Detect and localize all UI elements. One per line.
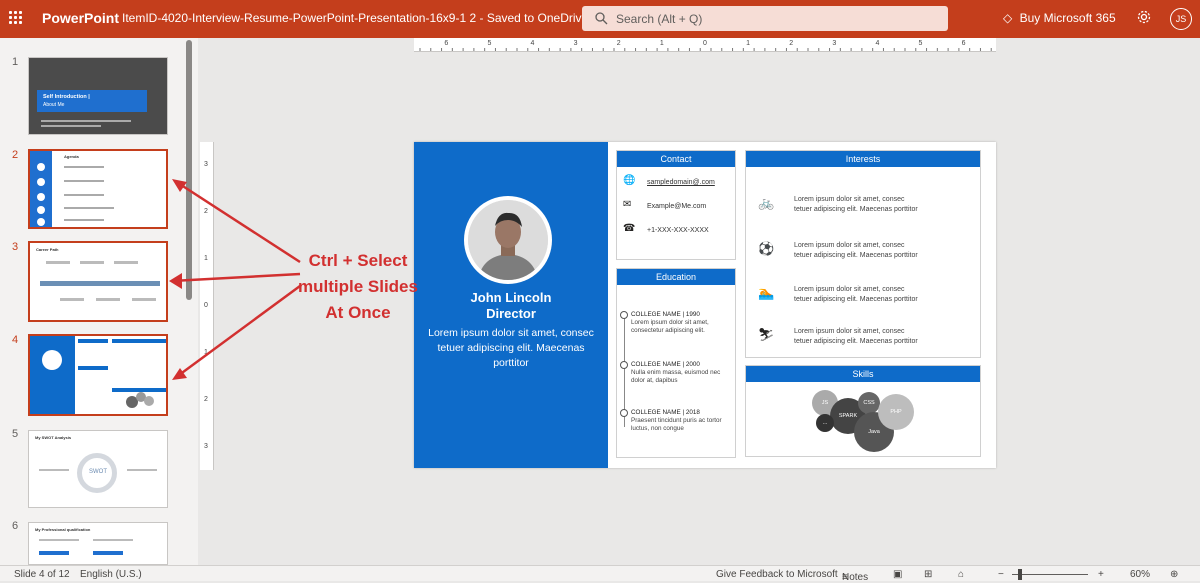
annotation-line: At Once	[325, 303, 391, 322]
arrow-line	[174, 284, 301, 380]
notes-label: Notes	[842, 572, 869, 583]
annotation-line: Ctrl + Select	[308, 251, 408, 270]
feedback-link[interactable]: Give Feedback to Microsoft	[716, 569, 838, 580]
fit-to-window-icon[interactable]: ⊕	[1170, 569, 1178, 580]
zoom-in-button[interactable]: +	[1098, 569, 1104, 580]
reading-view-icon[interactable]: ⌂	[958, 569, 964, 580]
zoom-out-button[interactable]: −	[998, 569, 1004, 580]
annotation-text: Ctrl + Select multiple Slides At Once	[284, 248, 432, 326]
slide-counter: Slide 4 of 12	[14, 569, 70, 580]
zoom-level[interactable]: 60%	[1130, 569, 1150, 580]
language-indicator[interactable]: English (U.S.)	[80, 569, 142, 580]
arrow-line	[174, 179, 301, 264]
slide-sorter-icon[interactable]: ⊞	[924, 569, 932, 580]
arrow-head	[169, 273, 182, 289]
arrow-head	[172, 179, 187, 192]
status-bar: Slide 4 of 12 English (U.S.) Give Feedba…	[0, 565, 1200, 583]
annotation-arrows	[169, 179, 301, 380]
zoom-slider-track[interactable]	[1012, 574, 1088, 575]
arrow-line	[171, 272, 301, 283]
annotation-line: multiple Slides	[298, 277, 418, 296]
zoom-slider-thumb[interactable]	[1018, 569, 1022, 580]
normal-view-icon[interactable]: ▣	[893, 569, 902, 580]
